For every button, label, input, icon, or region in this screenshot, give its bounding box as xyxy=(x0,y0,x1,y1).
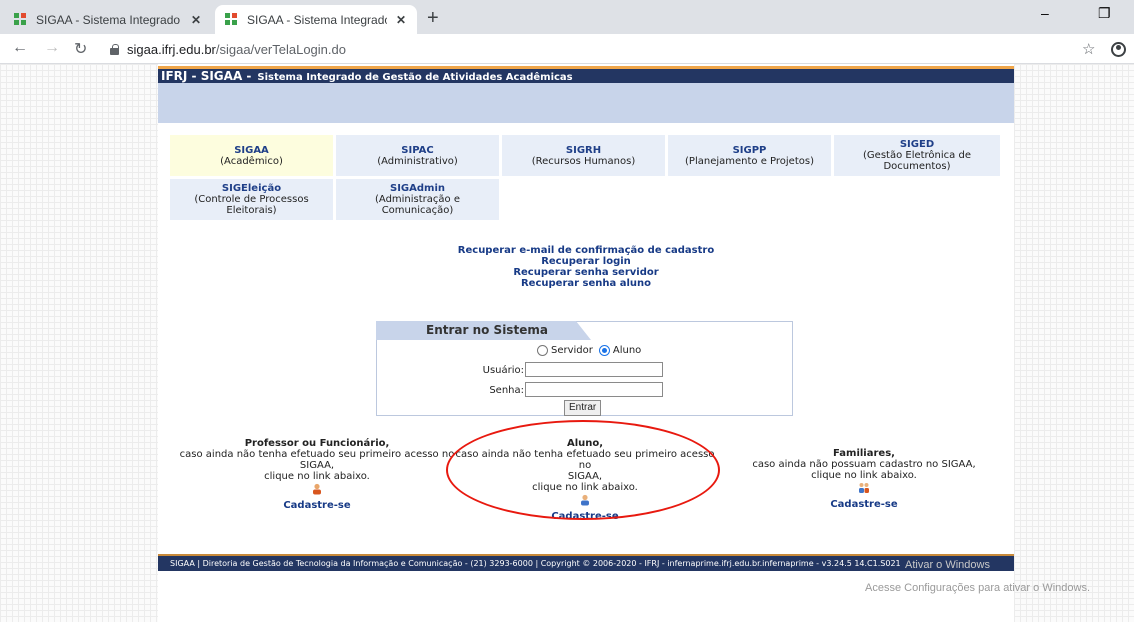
radio-servidor[interactable] xyxy=(537,345,548,356)
module-sigaa[interactable]: SIGAA (Acadêmico) xyxy=(170,135,333,176)
module-sigrh[interactable]: SIGRH (Recursos Humanos) xyxy=(502,135,665,176)
family-icon xyxy=(858,482,870,494)
minimize-button[interactable]: – xyxy=(1041,5,1049,21)
module-desc: (Planejamento e Projetos) xyxy=(685,155,814,167)
register-family-link[interactable]: Cadastre-se xyxy=(750,499,978,510)
module-name: SIPAC xyxy=(401,144,434,156)
module-siged[interactable]: SIGED (Gestão Eletrônica de Documentos) xyxy=(834,135,1000,176)
username-label: Usuário: xyxy=(482,365,524,376)
page-viewport: IFRJ - SIGAA - Sistema Integrado de Gestã… xyxy=(0,64,1134,622)
profile-avatar-icon[interactable] xyxy=(1111,42,1126,57)
url-path: /sigaa/verTelaLogin.do xyxy=(215,41,346,57)
recovery-links: Recuperar e-mail de confirmação de cadas… xyxy=(158,245,1014,289)
bookmark-star-icon[interactable]: ☆ xyxy=(1082,40,1095,58)
system-header: IFRJ - SIGAA - Sistema Integrado de Gestã… xyxy=(158,66,1014,83)
url-domain: sigaa.ifrj.edu.br xyxy=(127,41,216,57)
register-family-line2: clique no link abaixo. xyxy=(811,470,917,481)
professor-icon xyxy=(311,483,323,495)
close-tab-icon[interactable]: ✕ xyxy=(393,13,409,27)
new-tab-button[interactable]: + xyxy=(427,7,439,30)
back-arrow-icon[interactable]: ← xyxy=(12,39,28,57)
register-family-title: Familiares, xyxy=(833,448,895,459)
tab-title: SIGAA - Sistema Integrado de Ge xyxy=(36,12,182,27)
close-tab-icon[interactable]: ✕ xyxy=(188,13,204,27)
module-desc: (Controle de Processos Eleitorais) xyxy=(194,194,309,216)
page-footer: SIGAA | Diretoria de Gestão de Tecnologi… xyxy=(158,554,1014,571)
password-input[interactable] xyxy=(525,382,663,397)
password-label: Senha: xyxy=(489,385,524,396)
recover-password-student-link[interactable]: Recuperar senha aluno xyxy=(158,278,1014,289)
register-staff-line3: clique no link abaixo. xyxy=(264,471,370,482)
header-subtitle: Sistema Integrado de Gestão de Atividade… xyxy=(257,72,573,83)
module-name: SIGRH xyxy=(565,144,602,156)
login-form: Entrar no Sistema Servidor Aluno Usuário… xyxy=(376,321,793,416)
username-input[interactable] xyxy=(525,362,663,377)
radio-aluno-label: Aluno xyxy=(612,345,642,356)
module-sigadmin[interactable]: SIGAdmin (Administração e Comunicação) xyxy=(336,179,499,220)
module-name: SIGAA xyxy=(234,144,269,156)
browser-tab-strip: SIGAA - Sistema Integrado de Ge ✕ SIGAA … xyxy=(0,0,1134,34)
register-family-section: Familiares, caso ainda não possuam cadas… xyxy=(750,448,978,510)
highlight-ellipse xyxy=(446,420,720,520)
register-staff-section: Professor ou Funcionário, caso ainda não… xyxy=(172,438,462,511)
module-desc: (Administrativo) xyxy=(377,155,458,167)
header-brand: IFRJ - SIGAA - xyxy=(161,69,252,83)
restore-button[interactable]: ❐ xyxy=(1098,5,1111,22)
radio-aluno[interactable] xyxy=(598,345,610,356)
register-family-line1: caso ainda não possuam cadastro no SIGAA… xyxy=(752,459,976,470)
sigaa-favicon-icon xyxy=(225,12,239,27)
browser-toolbar: ← → ↻ sigaa.ifrj.edu.br/sigaa/verTelaLog… xyxy=(0,34,1134,64)
module-name: SIGEleição xyxy=(221,183,282,194)
windows-activation-notice: Acesse Configurações para ativar o Windo… xyxy=(865,582,1090,594)
register-staff-line1: caso ainda não tenha efetuado seu primei… xyxy=(179,449,455,460)
register-staff-title: Professor ou Funcionário, xyxy=(244,438,390,449)
module-desc: (Acadêmico) xyxy=(220,155,283,167)
module-desc: (Administração e Comunicação) xyxy=(375,194,460,216)
forward-arrow-icon[interactable]: → xyxy=(44,39,60,57)
recover-login-link[interactable]: Recuperar login xyxy=(158,256,1014,267)
address-bar[interactable]: sigaa.ifrj.edu.br/sigaa/verTelaLogin.do xyxy=(110,38,1070,60)
recover-password-staff-link[interactable]: Recuperar senha servidor xyxy=(158,267,1014,278)
module-name: SIGPP xyxy=(732,144,767,156)
radio-servidor-label: Servidor xyxy=(551,345,593,356)
module-desc: (Gestão Eletrônica de Documentos) xyxy=(863,150,971,172)
login-caption: Entrar no Sistema xyxy=(376,321,591,340)
recover-email-link[interactable]: Recuperar e-mail de confirmação de cadas… xyxy=(158,245,1014,256)
module-desc: (Recursos Humanos) xyxy=(531,155,636,167)
lock-icon xyxy=(110,43,119,55)
windows-activation-title: Ativar o Windows xyxy=(905,559,990,571)
module-sipac[interactable]: SIPAC (Administrativo) xyxy=(336,135,499,176)
browser-tab-1[interactable]: SIGAA - Sistema Integrado de Ge ✕ xyxy=(4,5,212,34)
browser-tab-2[interactable]: SIGAA - Sistema Integrado de Ge ✕ xyxy=(215,5,417,34)
page-container: IFRJ - SIGAA - Sistema Integrado de Gestã… xyxy=(158,64,1014,622)
module-sigeleicao[interactable]: SIGEleição (Controle de Processos Eleito… xyxy=(170,179,333,220)
sigaa-favicon-icon xyxy=(14,12,28,27)
register-staff-line2: SIGAA, xyxy=(299,460,335,471)
user-type-radios: Servidor Aluno xyxy=(537,345,641,356)
header-banner xyxy=(158,83,1014,123)
register-staff-link[interactable]: Cadastre-se xyxy=(172,500,462,511)
module-name: SIGED xyxy=(899,139,935,150)
login-submit-button[interactable]: Entrar xyxy=(564,400,602,416)
module-sigpp[interactable]: SIGPP (Planejamento e Projetos) xyxy=(668,135,831,176)
module-name: SIGAdmin xyxy=(390,183,445,194)
reload-icon[interactable]: ↻ xyxy=(74,39,87,59)
tab-title: SIGAA - Sistema Integrado de Ge xyxy=(247,12,387,27)
